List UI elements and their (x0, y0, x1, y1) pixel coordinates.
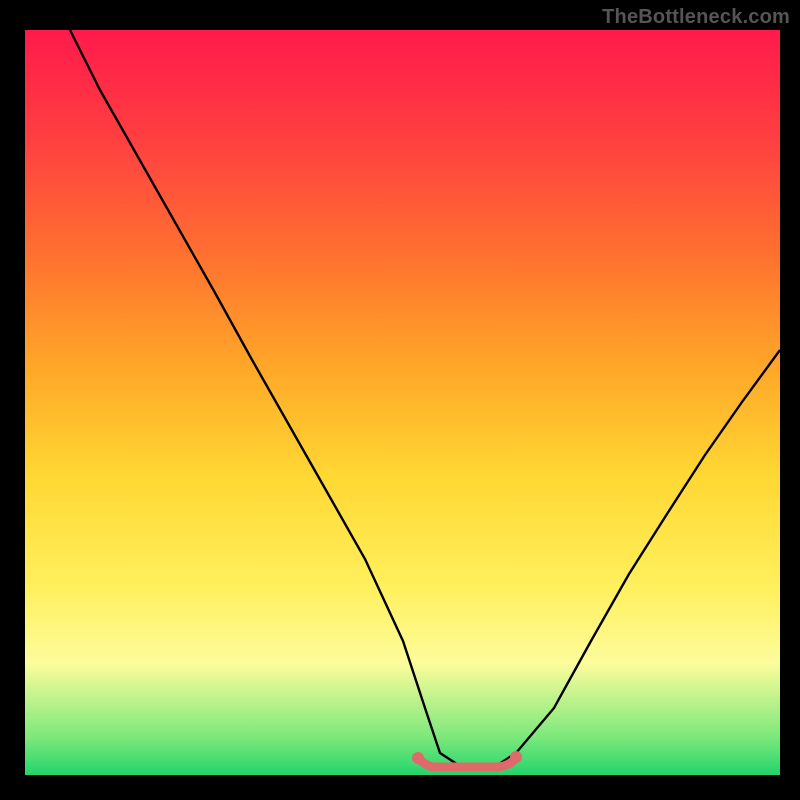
bottleneck-curve-line (70, 30, 780, 768)
watermark-text: TheBottleneck.com (602, 6, 790, 29)
chart-svg (25, 30, 780, 775)
optimal-range-marker-line (418, 757, 516, 767)
chart-frame: TheBottleneck.com (0, 0, 800, 800)
plot-area (25, 30, 780, 775)
optimal-range-end-dot (510, 751, 522, 763)
optimal-range-start-dot (412, 752, 424, 764)
